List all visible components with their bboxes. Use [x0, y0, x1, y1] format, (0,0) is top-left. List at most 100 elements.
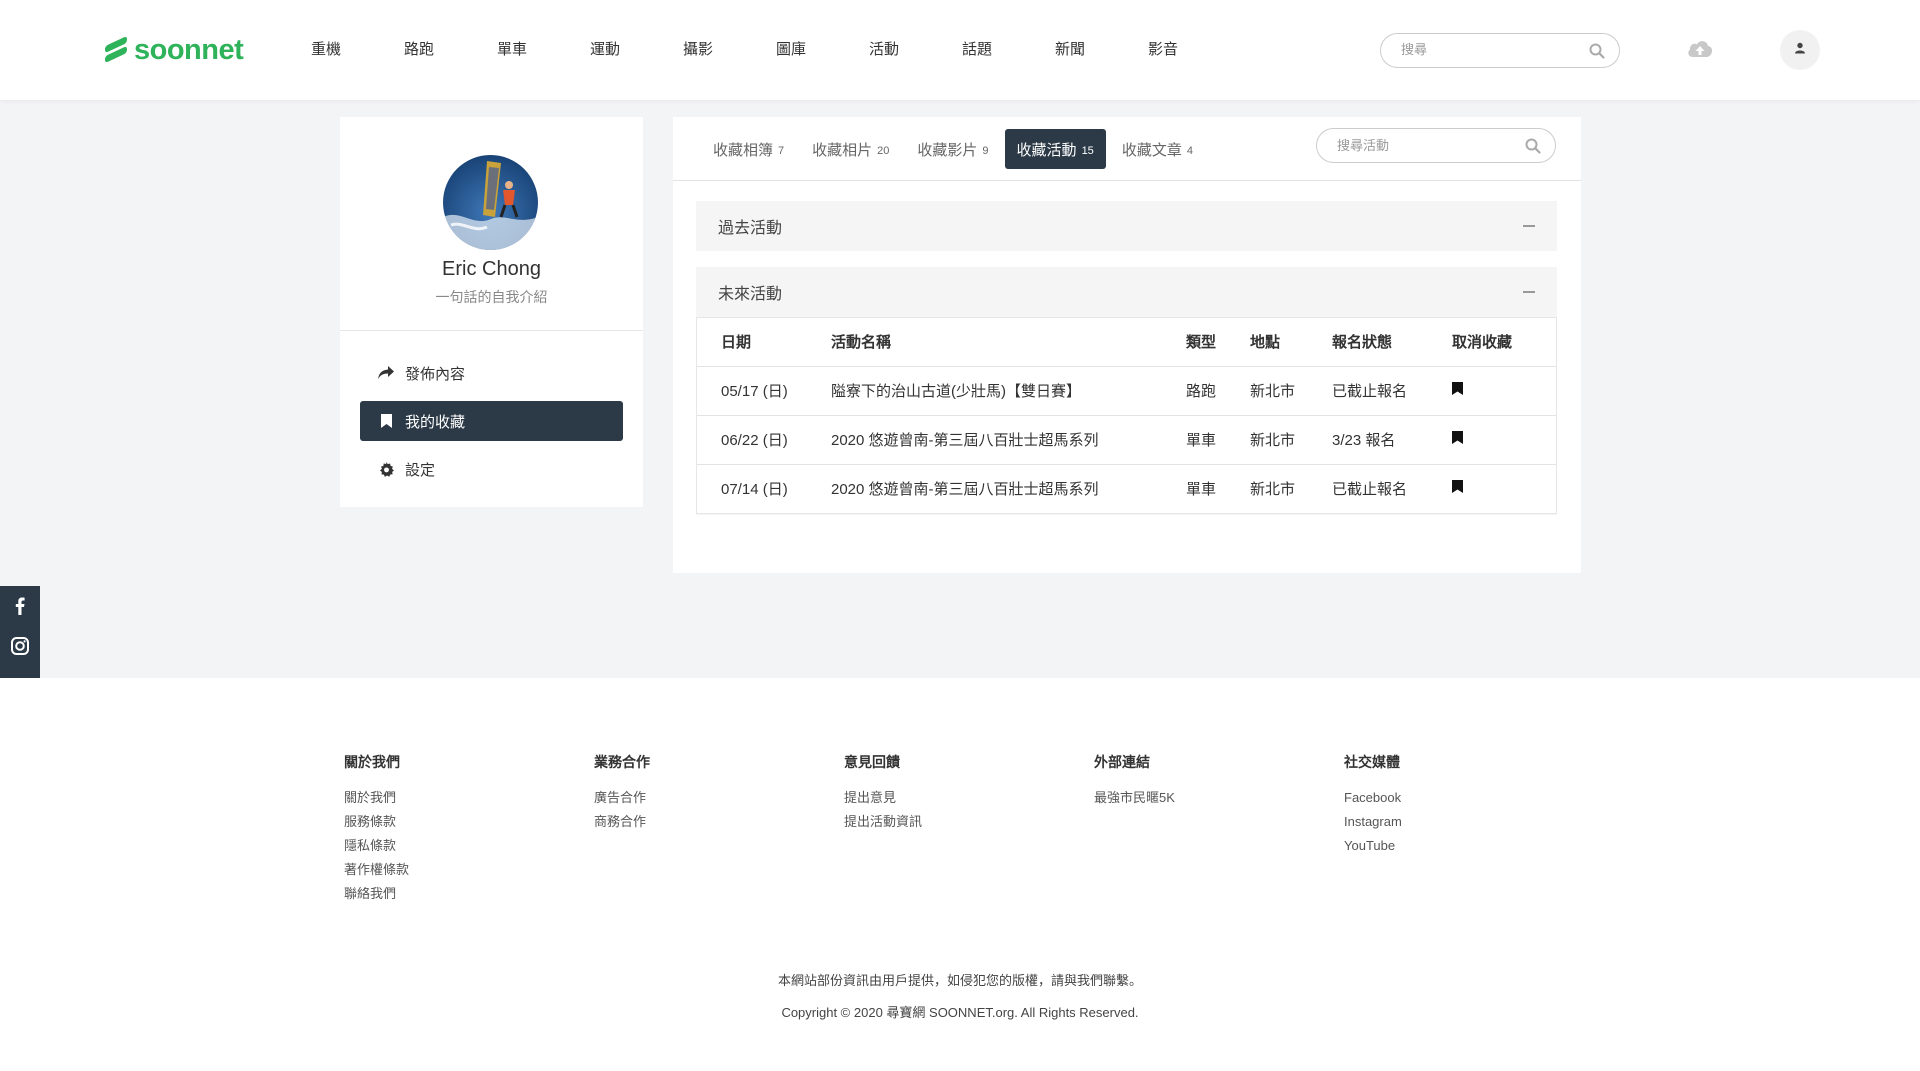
- profile-menu: 發佈內容 我的收藏 設定: [360, 353, 623, 497]
- header-search-input[interactable]: [1401, 42, 1581, 57]
- nav-item-topics[interactable]: 話題: [951, 38, 1044, 59]
- footer-link[interactable]: Instagram: [1344, 810, 1402, 834]
- footer-col-title: 關於我們: [344, 754, 400, 770]
- event-date: 07/14 (日): [721, 481, 788, 499]
- tab-count: 4: [1186, 145, 1193, 157]
- footer-link[interactable]: YouTube: [1344, 834, 1402, 858]
- events-table-wrap: 日期 活動名稱 類型 地點 報名狀態 取消收藏 05/17 (日) 隘寮下的治山…: [696, 317, 1557, 514]
- tab-count: 15: [1081, 145, 1094, 157]
- user-icon: [1794, 41, 1806, 59]
- site-logo[interactable]: soonnet: [104, 34, 244, 67]
- nav-item-photography[interactable]: 攝影: [672, 38, 765, 59]
- bookmark-icon[interactable]: [1452, 480, 1463, 494]
- col-header-date: 日期: [697, 318, 807, 367]
- collapse-icon[interactable]: [1523, 225, 1535, 227]
- profile-avatar: [443, 155, 538, 250]
- footer-link[interactable]: Facebook: [1344, 786, 1402, 810]
- footer-link[interactable]: 隱私條款: [344, 834, 409, 858]
- footer-link[interactable]: 廣告合作: [594, 786, 650, 810]
- footer-col-title: 社交媒體: [1344, 754, 1400, 770]
- tab-count: 20: [877, 145, 890, 157]
- event-date: 05/17 (日): [697, 366, 807, 416]
- main-nav: 重機 路跑 單車 運動 攝影 圖庫 活動 話題 新聞 影音: [300, 38, 1230, 59]
- panel-divider: [673, 180, 1581, 181]
- site-header: soonnet 重機 路跑 單車 運動 攝影 圖庫 活動 話題 新聞 影音: [0, 0, 1920, 100]
- menu-item-label: 我的收藏: [405, 413, 466, 431]
- search-icon[interactable]: [1589, 43, 1605, 59]
- footer-link[interactable]: 商務合作: [594, 810, 650, 834]
- profile-name: Eric Chong: [442, 258, 541, 280]
- tab-label: 收藏相片: [812, 141, 873, 159]
- table-row: 07/14 (日) 2020 悠遊曾南-第三屆八百壯士超馬系列 單車 新北市 已…: [697, 464, 1556, 513]
- event-search: [1316, 128, 1556, 163]
- menu-item-label: 發佈內容: [405, 365, 466, 383]
- tab-albums[interactable]: 收藏相簿 7: [701, 129, 796, 169]
- profile-divider: [340, 330, 643, 331]
- nav-item-gallery[interactable]: 圖庫: [765, 38, 858, 59]
- future-events-header[interactable]: 未來活動: [696, 267, 1557, 317]
- bookmark-icon[interactable]: [1452, 431, 1463, 444]
- nav-item-news[interactable]: 新聞: [1044, 38, 1137, 59]
- col-header-unfavorite: 取消收藏: [1428, 318, 1556, 367]
- footer-link[interactable]: 聯絡我們: [344, 882, 409, 906]
- footer-link[interactable]: 著作權條款: [344, 858, 409, 882]
- bookmark-icon[interactable]: [1452, 382, 1463, 395]
- event-search-input[interactable]: [1337, 138, 1517, 153]
- nav-item-events[interactable]: 活動: [858, 38, 951, 59]
- past-events-header[interactable]: 過去活動: [696, 201, 1557, 251]
- footer-link[interactable]: 服務條款: [344, 810, 409, 834]
- footer-link[interactable]: 提出意見: [844, 786, 922, 810]
- event-location: 新北市: [1226, 415, 1308, 465]
- menu-item-my-favorites[interactable]: 我的收藏: [360, 401, 623, 441]
- table-header-row: 日期 活動名稱 類型 地點 報名狀態 取消收藏: [697, 318, 1556, 367]
- logo-text: soonnet: [134, 34, 244, 66]
- search-icon[interactable]: [1525, 138, 1541, 154]
- footer-col-title: 業務合作: [594, 754, 650, 770]
- menu-item-publish[interactable]: 發佈內容: [360, 353, 623, 393]
- profile-bio: 一句話的自我介紹: [435, 289, 548, 305]
- nav-item-sports[interactable]: 運動: [579, 38, 672, 59]
- col-header-location: 地點: [1226, 318, 1308, 367]
- tab-label: 收藏相簿: [713, 141, 774, 159]
- footer-copyright: Copyright © 2020 尋寶網 SOONNET.org. All Ri…: [781, 1005, 1139, 1020]
- event-status: 已截止報名: [1332, 481, 1408, 499]
- nav-item-heavy-motor[interactable]: 重機: [300, 38, 393, 59]
- tab-label: 收藏活動: [1016, 141, 1077, 159]
- col-header-type: 類型: [1162, 318, 1226, 367]
- collapse-icon[interactable]: [1523, 291, 1535, 293]
- favorites-tabs: 收藏相簿 7 收藏相片 20 收藏影片 9 收藏活動 15 收藏文章 4: [701, 129, 1209, 169]
- col-header-name: 活動名稱: [807, 318, 1162, 367]
- event-name[interactable]: 2020 悠遊曾南-第三屆八百壯士超馬系列: [807, 464, 1162, 513]
- tab-label: 收藏文章: [1121, 141, 1182, 159]
- section-title: 未來活動: [718, 286, 783, 303]
- tab-events[interactable]: 收藏活動 15: [1004, 129, 1106, 169]
- event-name[interactable]: 隘寮下的治山古道(少壯馬)【雙日賽】: [807, 366, 1162, 416]
- footer-col-about: 關於我們 關於我們 服務條款 隱私條款 著作權條款 聯絡我們: [344, 752, 409, 906]
- event-location: 新北市: [1226, 366, 1308, 416]
- footer-link[interactable]: 關於我們: [344, 786, 409, 810]
- cloud-upload-icon[interactable]: [1686, 37, 1714, 61]
- menu-item-label: 設定: [405, 461, 436, 479]
- instagram-icon[interactable]: [0, 626, 40, 666]
- nav-item-cycling[interactable]: 單車: [486, 38, 579, 59]
- header-search: [1380, 33, 1620, 68]
- share-icon: [378, 365, 394, 381]
- footer-col-external: 外部連結 最強市民暱5K: [1094, 752, 1175, 810]
- footer-link[interactable]: 最強市民暱5K: [1094, 786, 1175, 810]
- footer-col-title: 外部連結: [1094, 754, 1150, 770]
- event-status: 3/23 報名: [1308, 415, 1428, 465]
- facebook-icon[interactable]: [0, 586, 40, 626]
- tab-videos[interactable]: 收藏影片 9: [905, 129, 1000, 169]
- tab-count: 7: [778, 145, 785, 157]
- menu-item-settings[interactable]: 設定: [360, 449, 623, 489]
- tab-articles[interactable]: 收藏文章 4: [1110, 129, 1205, 169]
- profile-card: Eric Chong 一句話的自我介紹 發佈內容 我的收藏 設定: [340, 117, 643, 507]
- footer-link[interactable]: 提出活動資訊: [844, 810, 922, 834]
- events-table: 日期 活動名稱 類型 地點 報名狀態 取消收藏 05/17 (日) 隘寮下的治山…: [697, 318, 1556, 513]
- user-menu-button[interactable]: [1780, 30, 1820, 70]
- footer-note: 本網站部份資訊由用戶提供，如侵犯您的版權，請與我們聯繫。: [777, 973, 1142, 988]
- nav-item-video[interactable]: 影音: [1137, 38, 1230, 59]
- nav-item-running[interactable]: 路跑: [393, 38, 486, 59]
- tab-photos[interactable]: 收藏相片 20: [800, 129, 901, 169]
- event-name[interactable]: 2020 悠遊曾南-第三屆八百壯士超馬系列: [807, 415, 1162, 465]
